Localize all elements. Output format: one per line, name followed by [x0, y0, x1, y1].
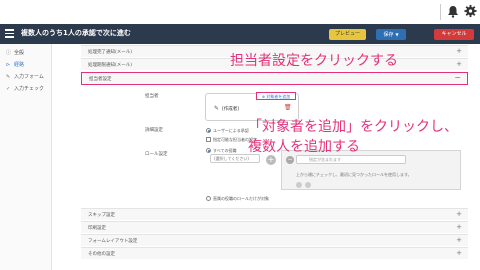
page-title: 複数人のうち1人の承認で次に進む: [21, 29, 131, 37]
detail-option-label: ユーザーによる承認: [213, 128, 249, 133]
bell-icon[interactable]: [447, 5, 459, 18]
top-bar: [0, 0, 480, 24]
expand-icon: +: [456, 223, 462, 231]
menu-icon[interactable]: [5, 29, 14, 38]
role-direct-label: 直属の役職のロールだけが対象: [213, 196, 269, 201]
collapse-icon: −: [454, 73, 461, 82]
sidebar-item-route[interactable]: ⊳ 経路: [6, 60, 24, 70]
panel-print-settings[interactable]: 印刷設定 +: [81, 221, 468, 233]
sidebar-item-label: 経路: [14, 62, 25, 68]
panel-title: 印刷設定: [88, 226, 106, 231]
add-target-button[interactable]: ⊕ 対象者を追加: [256, 92, 296, 100]
assignee-item: [作成者]: [222, 107, 240, 112]
assignee-label: 担当者: [145, 94, 159, 99]
callout-line: 「対象者を追加」をクリックし、: [248, 119, 458, 135]
sidebar-item-general[interactable]: ⓘ 全般: [6, 48, 24, 58]
detail-option-radio[interactable]: [206, 128, 211, 133]
panel-form-layout-settings[interactable]: フォームレイアウト設定 +: [81, 234, 468, 246]
trash-icon[interactable]: 🗑: [284, 104, 292, 111]
pencil-icon: ✎: [6, 74, 11, 80]
detail-option-checkbox[interactable]: [206, 137, 211, 142]
caret-down-icon: ▼: [395, 32, 399, 37]
role-all-radio[interactable]: [206, 148, 211, 153]
expand-icon: +: [456, 249, 462, 257]
instruction-callout-2: 「対象者を追加」をクリックし、 複数人を追加する: [248, 117, 458, 157]
sidebar-item-label: 入力チェック: [14, 86, 45, 92]
move-up-icon[interactable]: [296, 182, 302, 188]
sidebar: ⓘ 全般 ⊳ 経路 ✎ 入力フォーム ✓ 入力チェック: [0, 44, 52, 270]
expand-icon: +: [456, 210, 462, 218]
move-down-icon[interactable]: [305, 182, 311, 188]
check-icon: ✓: [6, 86, 11, 92]
panel-title: フォームレイアウト設定: [88, 239, 138, 244]
role-settings-label: ロール設定: [145, 152, 168, 157]
detail-settings-label: 詳細設定: [145, 128, 163, 133]
panel-skip-settings[interactable]: スキップ設定 +: [81, 208, 468, 220]
panel-title: スキップ設定: [88, 213, 115, 218]
panel-assignee-settings[interactable]: 担当者設定 −: [81, 72, 468, 85]
gear-icon[interactable]: [464, 4, 477, 18]
sidebar-item-label: 全般: [14, 50, 25, 56]
callout-line: 複数人を追加する: [248, 139, 360, 155]
panel-other-settings[interactable]: その他の設定 +: [81, 247, 468, 259]
divider: [440, 4, 441, 20]
add-target-label: 対象者を追加: [266, 94, 291, 99]
sidebar-item-label: 入力フォーム: [14, 74, 44, 80]
route-icon: ⊳: [6, 62, 11, 68]
expand-icon: +: [456, 60, 462, 68]
panel-title: 処理期限通知(メール): [88, 63, 133, 68]
app-header: 複数人のうち1人の承認で次に進む プレビュー 保存 ▼ キャンセル: [0, 24, 480, 44]
remove-role-button[interactable]: −: [286, 156, 294, 164]
panel-title: 担当者設定: [89, 77, 112, 82]
cancel-button[interactable]: キャンセル: [434, 29, 474, 40]
instruction-callout-1: 担当者設定をクリックする: [230, 53, 398, 69]
sidebar-item-input-form[interactable]: ✎ 入力フォーム: [6, 72, 44, 82]
panel-title: その他の設定: [88, 252, 115, 257]
sidebar-item-input-check[interactable]: ✓ 入力チェック: [6, 84, 44, 94]
role-direct-radio[interactable]: [206, 196, 211, 201]
preview-button[interactable]: プレビュー: [329, 29, 366, 40]
save-button[interactable]: 保存 ▼: [376, 29, 406, 40]
save-label: 保存: [383, 32, 394, 38]
panel-title: 処理完了通知(メール): [88, 50, 133, 55]
expand-icon: +: [456, 47, 462, 55]
expand-icon: +: [456, 236, 462, 244]
role-note: 上から順にチェックし、最初に見つかったロールを使用します。: [296, 172, 412, 177]
pencil-icon[interactable]: ✎: [214, 105, 219, 112]
info-icon: ⓘ: [6, 50, 12, 56]
